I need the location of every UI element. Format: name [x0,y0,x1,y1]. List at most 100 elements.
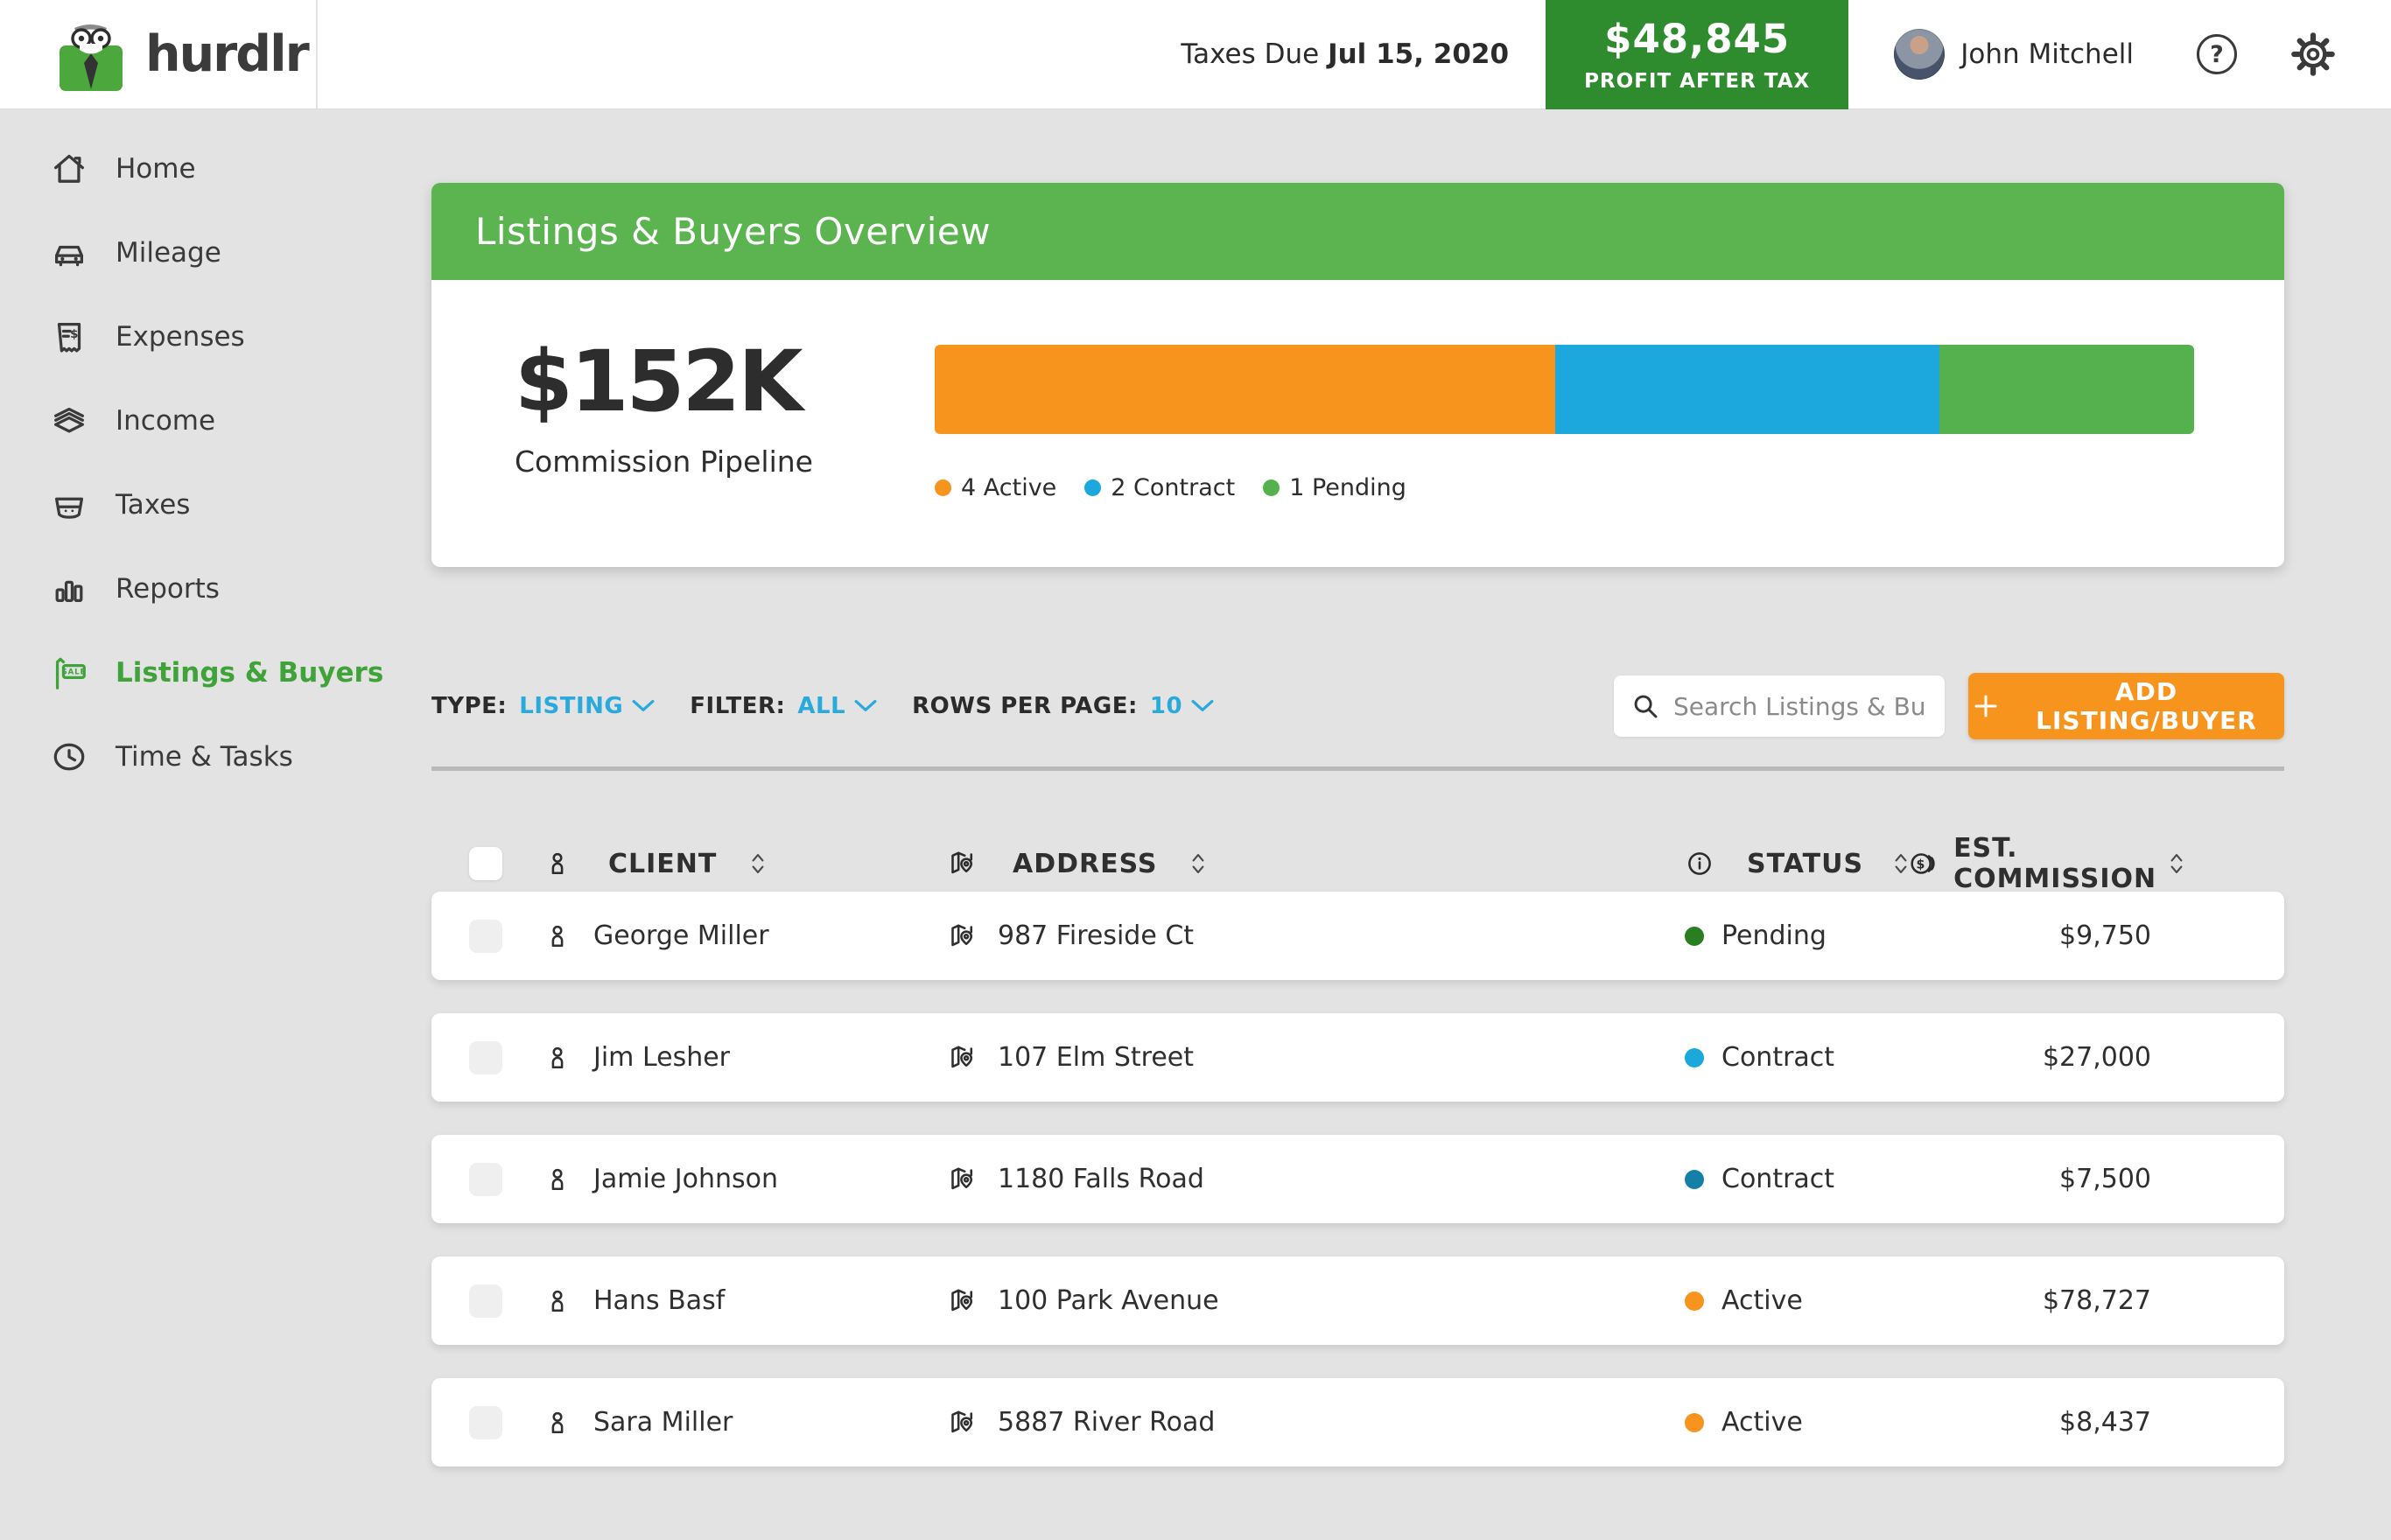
legend-label: 1 Pending [1289,474,1406,501]
row-checkbox[interactable] [469,1041,502,1074]
client-name: Jim Lesher [593,1042,730,1073]
table-row[interactable]: George Miller 987 Fireside Ct Pending $9… [431,892,2284,980]
add-button-label: ADD LISTING/BUYER [2014,677,2279,735]
avatar[interactable] [1894,29,1945,80]
row-checkbox[interactable] [469,1406,502,1439]
sidebar-item-listings-buyers[interactable]: SALE Listings & Buyers [0,631,318,715]
search-input[interactable] [1672,691,1927,722]
pipeline-chart: 4 Active 2 Contract 1 Pending [935,345,2194,567]
bar-segment-pending [1939,345,2194,434]
client-name: Jamie Johnson [593,1164,778,1194]
svg-text:$: $ [70,328,78,341]
user-menu[interactable]: John Mitchell [1894,29,2134,80]
person-icon [543,1286,572,1316]
profit-amount: $48,845 [1604,16,1790,62]
status-text: Pending [1721,920,1827,951]
profit-after-tax-box: $48,845 PROFIT AFTER TAX [1546,0,1848,109]
status-text: Active [1721,1285,1803,1316]
table-row[interactable]: Sara Miller 5887 River Road Active $8,43… [431,1378,2284,1466]
map-pin-icon [947,1408,977,1438]
status-dot [1685,1413,1704,1432]
row-checkbox[interactable] [469,1284,502,1318]
address-text: 100 Park Avenue [998,1285,1219,1316]
rows-per-page-label: ROWS PER PAGE: [912,693,1138,719]
column-header-client[interactable]: CLIENT [543,849,947,879]
status-text: Contract [1721,1164,1834,1194]
sidebar-item-label: Home [116,153,196,185]
status-text: Contract [1721,1042,1834,1073]
settings-button[interactable] [2291,32,2335,76]
table-controls: TYPE: LISTING FILTER: ALL ROWS PER PAGE:… [431,672,2284,740]
map-pin-icon [947,1043,977,1073]
sidebar-item-label: Taxes [116,489,190,521]
add-listing-buyer-button[interactable]: ADD LISTING/BUYER [1968,673,2284,739]
filter-label: FILTER: [690,693,785,719]
table-row[interactable]: Hans Basf 100 Park Avenue Active $78,727 [431,1256,2284,1345]
sidebar: Home Mileage $ Expenses [0,109,318,1540]
person-icon [543,1165,572,1194]
sort-icon[interactable] [1190,851,1206,876]
pipeline-value: $152K [515,332,856,430]
sidebar-item-income[interactable]: Income [0,379,318,463]
rows-per-page-dropdown[interactable]: ROWS PER PAGE: 10 [912,693,1214,719]
sidebar-item-label: Reports [116,573,220,605]
taxes-due: Taxes Due Jul 15, 2020 [1181,38,1509,70]
help-button[interactable]: ? [2197,34,2237,74]
commission-value: $7,500 [2059,1164,2151,1194]
sidebar-item-home[interactable]: Home [0,127,318,211]
chevron-down-icon [1191,699,1214,713]
sidebar-item-expenses[interactable]: $ Expenses [0,295,318,379]
overview-card: Listings & Buyers Overview $152K Commiss… [431,183,2284,567]
status-dot [1685,1292,1704,1311]
row-checkbox[interactable] [469,920,502,953]
select-all-checkbox[interactable] [469,847,502,880]
search-icon [1631,692,1659,720]
column-label: STATUS [1747,849,1863,879]
legend-dot-contract [1084,480,1101,496]
person-icon [543,921,572,951]
column-header-status[interactable]: STATUS [1685,849,1909,879]
sort-icon[interactable] [2169,851,2184,876]
filter-dropdown[interactable]: FILTER: ALL [690,693,877,719]
svg-text:$: $ [1917,858,1926,872]
table-row[interactable]: Jamie Johnson 1180 Falls Road Contract $… [431,1135,2284,1223]
sidebar-item-label: Mileage [116,237,221,269]
sidebar-item-label: Expenses [116,321,245,353]
row-checkbox[interactable] [469,1163,502,1196]
table-row[interactable]: Jim Lesher 107 Elm Street Contract $27,0… [431,1013,2284,1102]
sidebar-item-reports[interactable]: Reports [0,547,318,631]
main-content: Listings & Buyers Overview $152K Commiss… [318,109,2391,1540]
column-header-address[interactable]: ADDRESS [947,849,1685,879]
address-text: 1180 Falls Road [998,1164,1204,1194]
type-dropdown[interactable]: TYPE: LISTING [431,693,655,719]
address-text: 107 Elm Street [998,1042,1194,1073]
overview-card-body: $152K Commission Pipeline 4 Active [431,280,2284,567]
commission-value: $9,750 [2059,920,2151,951]
column-header-commission[interactable]: $ EST. COMMISSION [1909,833,2184,894]
column-label: ADDRESS [1013,849,1157,879]
sidebar-item-taxes[interactable]: Taxes [0,463,318,547]
sale-sign-icon: SALE [49,653,89,693]
table-header: CLIENT ADDRESS [431,836,2284,892]
sidebar-item-mileage[interactable]: Mileage [0,211,318,295]
sort-icon[interactable] [750,851,766,876]
column-label: EST. COMMISSION [1953,833,2156,894]
app-wordmark: hurdlr [145,25,308,83]
overview-card-header: Listings & Buyers Overview [431,183,2284,280]
client-name: George Miller [593,920,769,951]
sidebar-item-time-tasks[interactable]: Time & Tasks [0,715,318,799]
map-pin-icon [947,1286,977,1316]
tophat-icon [49,485,89,525]
bar-chart-icon [49,569,89,609]
search-box [1614,676,1945,737]
app-logo[interactable]: hurdlr [0,0,318,108]
commission-value: $27,000 [2043,1042,2151,1073]
info-icon [1685,849,1714,878]
topbar: hurdlr Taxes Due Jul 15, 2020 $48,845 PR… [0,0,2391,109]
filter-value: ALL [797,693,845,719]
sort-icon[interactable] [1893,851,1909,876]
header-checkbox-cell [469,847,543,880]
svg-text:SALE: SALE [61,668,86,676]
type-label: TYPE: [431,693,507,719]
taxes-due-label: Taxes Due [1181,38,1319,70]
